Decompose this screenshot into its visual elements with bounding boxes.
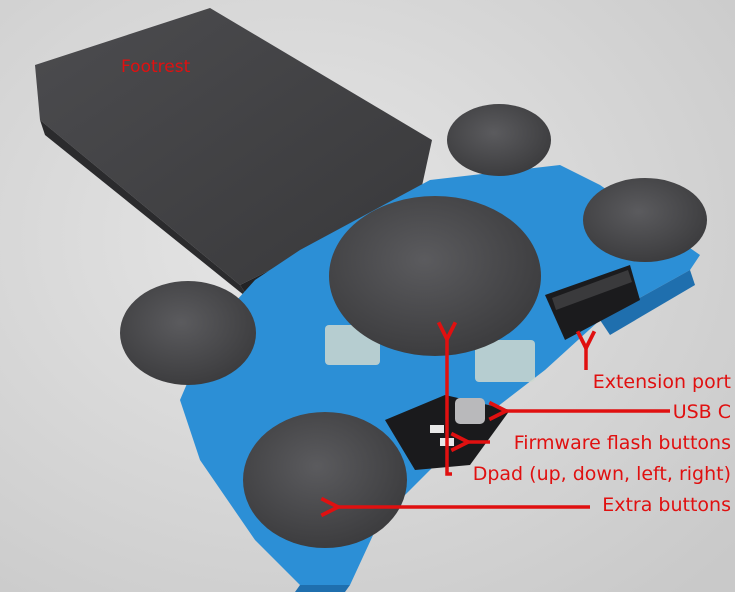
- extra-button-pad: [243, 412, 407, 548]
- label-extension-port: Extension port: [592, 371, 731, 393]
- label-footrest: Footrest: [121, 57, 191, 77]
- label-dpad: Dpad (up, down, left, right): [472, 463, 731, 485]
- dpad-center-pad: [329, 196, 541, 356]
- dpad-right-pad: [583, 178, 707, 262]
- dpad-up-pad: [447, 104, 551, 176]
- label-firmware-flash: Firmware flash buttons: [513, 432, 731, 454]
- dpad-left-pad: [120, 281, 256, 385]
- usb-c-port: [455, 398, 485, 424]
- label-usb-c: USB C: [672, 401, 731, 423]
- label-extra-buttons: Extra buttons: [602, 494, 731, 516]
- flash-button-1: [430, 425, 444, 433]
